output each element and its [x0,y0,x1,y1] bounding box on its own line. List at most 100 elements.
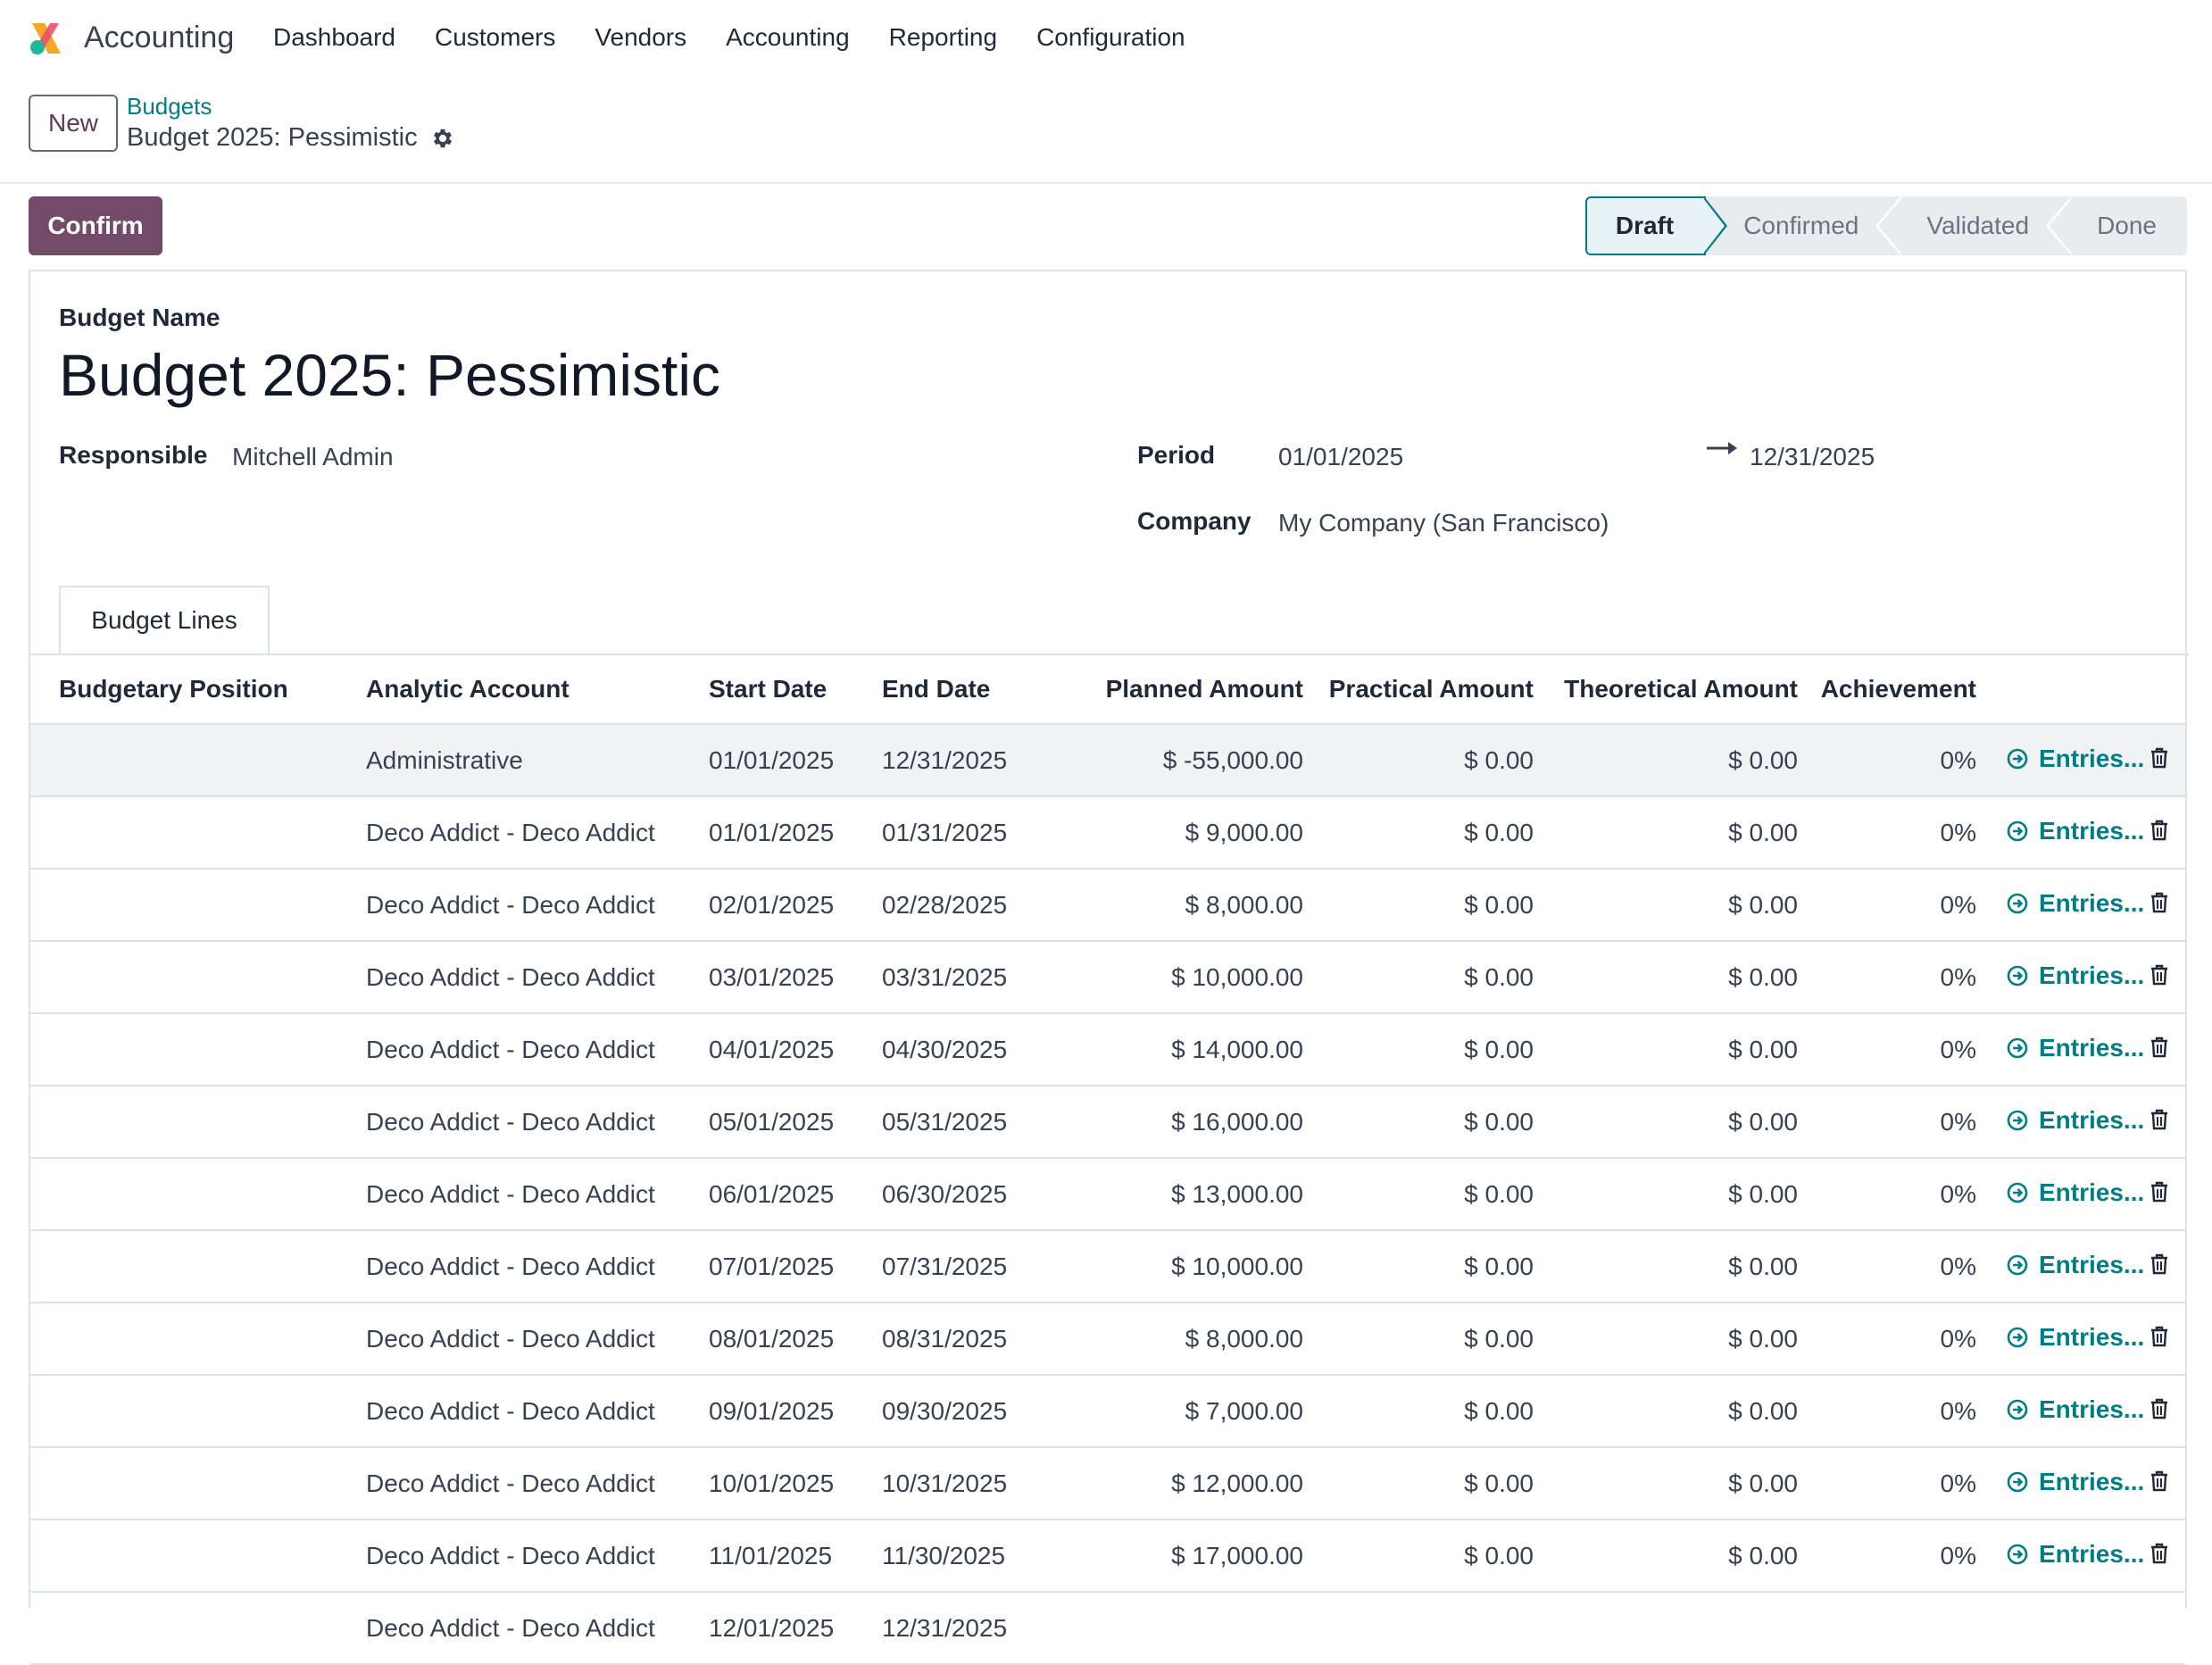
achievement-cell[interactable]: 0% [1798,869,1976,942]
achievement-cell[interactable]: 0% [1798,796,1976,870]
practical-amount-cell[interactable]: $ 0.00 [1303,1230,1534,1303]
period-start-field[interactable]: 01/01/2025 [1278,443,1403,471]
theoretical-amount-cell[interactable]: $ 0.00 [1534,1158,1798,1231]
table-row[interactable]: Deco Addict - Deco Addict 08/01/2025 08/31… [30,1303,2185,1376]
planned-amount-cell[interactable] [1023,1592,1303,1665]
trash-icon[interactable] [2150,1470,2169,1492]
end-date-cell[interactable]: 12/31/2025 [853,724,1023,797]
analytic-account-cell[interactable]: Deco Addict - Deco Addict [337,796,680,870]
entries-link[interactable]: Entries... [2007,1323,2144,1352]
achievement-cell[interactable]: 0% [1798,1519,1976,1593]
end-date-cell[interactable]: 04/30/2025 [853,1013,1023,1086]
start-date-cell[interactable]: 05/01/2025 [680,1086,853,1159]
entries-link[interactable]: Entries... [2007,817,2144,845]
entries-link[interactable]: Entries... [2007,1395,2144,1424]
practical-amount-cell[interactable]: $ 0.00 [1303,724,1534,797]
column-header[interactable]: Practical Amount [1303,655,1534,725]
practical-amount-cell[interactable]: $ 0.00 [1303,1375,1534,1448]
planned-amount-cell[interactable]: $ 13,000.00 [1023,1158,1303,1231]
theoretical-amount-cell[interactable]: $ 0.00 [1534,1230,1798,1303]
achievement-cell[interactable]: 0% [1798,1086,1976,1159]
budgetary-position-cell[interactable] [30,796,337,870]
budgetary-position-cell[interactable] [30,1375,337,1448]
end-date-cell[interactable]: 06/30/2025 [853,1158,1023,1231]
table-row[interactable]: Deco Addict - Deco Addict 07/01/2025 07/31… [30,1230,2185,1303]
start-date-cell[interactable]: 11/01/2025 [680,1519,853,1593]
stage-draft[interactable]: Draft [1584,196,1728,255]
budgetary-position-cell[interactable] [30,1519,337,1593]
table-row[interactable]: Deco Addict - Deco Addict 06/01/2025 06/30… [30,1158,2185,1231]
trash-icon[interactable] [2150,1326,2169,1347]
new-button[interactable]: New [29,95,118,152]
entries-link[interactable]: Entries... [2007,1251,2144,1279]
planned-amount-cell[interactable]: $ 12,000.00 [1023,1447,1303,1520]
theoretical-amount-cell[interactable] [1534,1592,1798,1665]
start-date-cell[interactable]: 09/01/2025 [680,1375,853,1448]
achievement-cell[interactable]: 0% [1798,1230,1976,1303]
entries-link[interactable]: Entries... [2007,1106,2144,1135]
theoretical-amount-cell[interactable]: $ 0.00 [1534,1375,1798,1448]
achievement-cell[interactable]: 0% [1798,1158,1976,1231]
practical-amount-cell[interactable]: $ 0.00 [1303,796,1534,870]
table-row[interactable]: Deco Addict - Deco Addict 03/01/2025 03/31… [30,941,2185,1014]
trash-icon[interactable] [2150,964,2169,986]
budgetary-position-cell[interactable] [30,1230,337,1303]
trash-icon[interactable] [2150,1543,2169,1564]
table-row[interactable]: Deco Addict - Deco Addict 05/01/2025 05/31… [30,1086,2185,1159]
practical-amount-cell[interactable]: $ 0.00 [1303,941,1534,1014]
budgetary-position-cell[interactable] [30,1086,337,1159]
table-row[interactable]: Administrative 01/01/2025 12/31/2025 $ -55,… [30,724,2185,797]
achievement-cell[interactable] [1798,1592,1976,1665]
budgetary-position-cell[interactable] [30,1013,337,1086]
theoretical-amount-cell[interactable]: $ 0.00 [1534,1086,1798,1159]
end-date-cell[interactable]: 05/31/2025 [853,1086,1023,1159]
practical-amount-cell[interactable]: $ 0.00 [1303,1158,1534,1231]
trash-icon[interactable] [2150,820,2169,841]
planned-amount-cell[interactable]: $ 8,000.00 [1023,1303,1303,1376]
start-date-cell[interactable]: 01/01/2025 [680,796,853,870]
theoretical-amount-cell[interactable]: $ 0.00 [1534,796,1798,870]
budgetary-position-cell[interactable] [30,941,337,1014]
end-date-cell[interactable]: 11/30/2025 [853,1519,1023,1593]
menu-item-dashboard[interactable]: Dashboard [273,21,395,54]
planned-amount-cell[interactable]: $ 9,000.00 [1023,796,1303,870]
company-field[interactable]: My Company (San Francisco) [1278,509,1609,537]
achievement-cell[interactable]: 0% [1798,1447,1976,1520]
budgetary-position-cell[interactable] [30,724,337,797]
practical-amount-cell[interactable]: $ 0.00 [1303,1086,1534,1159]
analytic-account-cell[interactable]: Deco Addict - Deco Addict [337,1519,680,1593]
trash-icon[interactable] [2150,747,2169,769]
entries-link[interactable]: Entries... [2007,1540,2144,1569]
planned-amount-cell[interactable]: $ 17,000.00 [1023,1519,1303,1593]
achievement-cell[interactable]: 0% [1798,1303,1976,1376]
end-date-cell[interactable]: 12/31/2025 [853,1592,1023,1665]
menu-item-reporting[interactable]: Reporting [889,21,997,54]
budget-name-field[interactable]: Budget 2025: Pessimistic [59,339,720,411]
analytic-account-cell[interactable]: Deco Addict - Deco Addict [337,1086,680,1159]
entries-link[interactable]: Entries... [2007,1468,2144,1496]
theoretical-amount-cell[interactable]: $ 0.00 [1534,724,1798,797]
menu-item-accounting[interactable]: Accounting [726,21,850,54]
theoretical-amount-cell[interactable]: $ 0.00 [1534,1447,1798,1520]
trash-icon[interactable] [2150,1109,2169,1130]
start-date-cell[interactable]: 01/01/2025 [680,724,853,797]
planned-amount-cell[interactable]: $ 16,000.00 [1023,1086,1303,1159]
column-header[interactable]: Start Date [680,655,853,725]
analytic-account-cell[interactable]: Deco Addict - Deco Addict [337,1013,680,1086]
theoretical-amount-cell[interactable]: $ 0.00 [1534,941,1798,1014]
budgetary-position-cell[interactable] [30,1447,337,1520]
start-date-cell[interactable]: 10/01/2025 [680,1447,853,1520]
column-header[interactable]: Budgetary Position [30,655,337,725]
analytic-account-cell[interactable]: Deco Addict - Deco Addict [337,1158,680,1231]
analytic-account-cell[interactable]: Deco Addict - Deco Addict [337,1375,680,1448]
end-date-cell[interactable]: 01/31/2025 [853,796,1023,870]
analytic-account-cell[interactable]: Deco Addict - Deco Addict [337,1592,680,1665]
planned-amount-cell[interactable]: $ 10,000.00 [1023,941,1303,1014]
budgetary-position-cell[interactable] [30,1158,337,1231]
analytic-account-cell[interactable]: Deco Addict - Deco Addict [337,1447,680,1520]
entries-link[interactable]: Entries... [2007,745,2144,773]
app-logo-icon[interactable] [27,20,64,57]
table-row[interactable]: Deco Addict - Deco Addict 01/01/2025 01/31… [30,796,2185,870]
table-row[interactable]: Deco Addict - Deco Addict 02/01/2025 02/28… [30,869,2185,942]
confirm-button[interactable]: Confirm [29,196,162,255]
